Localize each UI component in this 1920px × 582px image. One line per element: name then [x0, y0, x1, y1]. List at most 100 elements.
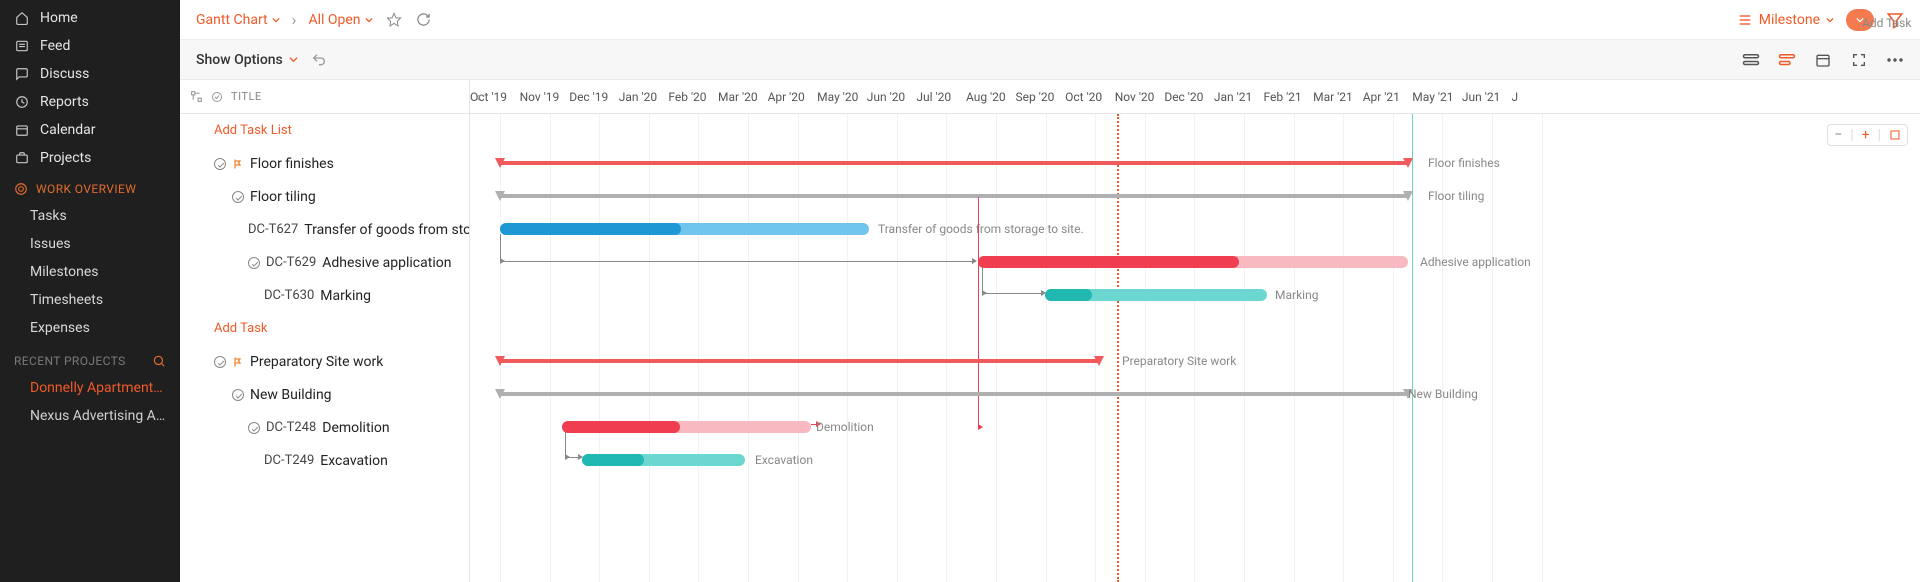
month-label: Jun '20	[867, 90, 917, 104]
zoom-in[interactable]: +	[1862, 127, 1870, 143]
task-row[interactable]: DC-T248Demolition	[180, 411, 469, 444]
nav-discuss[interactable]: Discuss	[0, 60, 180, 88]
bar-label: Marking	[1275, 288, 1318, 302]
task-progress	[978, 256, 1239, 268]
collapse-icon[interactable]	[214, 158, 226, 170]
month-label: Sep '20	[1016, 90, 1066, 104]
bar-label: Floor finishes	[1428, 156, 1500, 170]
nav-calendar[interactable]: Calendar	[0, 116, 180, 144]
month-label: Feb '20	[668, 90, 718, 104]
sidebar-issues[interactable]: Issues	[0, 230, 180, 258]
timeline-header: « Oct '19Nov '19Dec '19Jan '20Feb '20Mar…	[470, 80, 1920, 114]
recent-project-item[interactable]: Nexus Advertising Agen	[0, 402, 180, 430]
baseline-icon[interactable]	[1742, 51, 1760, 69]
task-row[interactable]: DC-T627Transfer of goods from storage to…	[180, 213, 469, 246]
month-label: Mar '21	[1313, 90, 1363, 104]
milestone-button[interactable]: Milestone	[1737, 12, 1834, 28]
gantt-chart[interactable]: « Oct '19Nov '19Dec '19Jan '20Feb '20Mar…	[470, 80, 1920, 582]
calendar-icon	[14, 122, 30, 138]
star-icon[interactable]	[385, 11, 403, 29]
search-icon[interactable]	[152, 354, 166, 368]
zoom-control: − | + |	[1827, 124, 1908, 146]
task-group-row[interactable]: Floor finishes	[180, 147, 469, 180]
task-group-row[interactable]: Preparatory Site work	[180, 345, 469, 378]
breadcrumb-separator: ›	[292, 10, 297, 29]
hierarchy-icon[interactable]	[190, 90, 203, 103]
nav-home[interactable]: Home	[0, 4, 180, 32]
critical-path-icon[interactable]	[1778, 51, 1796, 69]
month-label: Apr '20	[768, 90, 818, 104]
collapse-icon[interactable]	[232, 389, 244, 401]
work-overview-header[interactable]: WORK OVERVIEW	[0, 172, 180, 202]
sidebar: Home Feed Discuss Reports Calendar Proje…	[0, 0, 180, 582]
nav-projects[interactable]: Projects	[0, 144, 180, 172]
gantt-grid: Floor finishes Floor tiling Transfer of …	[470, 114, 1920, 582]
scroll-left-icon[interactable]: «	[476, 90, 482, 104]
recent-projects-header: RECENT PROJECTS	[0, 342, 180, 374]
month-label: Oct '20	[1065, 90, 1115, 104]
target-icon	[14, 182, 28, 196]
phase-icon	[232, 158, 244, 170]
month-label: Apr '21	[1363, 90, 1413, 104]
summary-bar[interactable]	[500, 392, 1408, 396]
expand-icon[interactable]	[211, 91, 223, 103]
show-options-toggle[interactable]: Show Options	[196, 52, 298, 68]
feed-icon	[14, 38, 30, 54]
zoom-out[interactable]: −	[1834, 127, 1842, 143]
chevron-down-icon	[272, 16, 280, 24]
view-selector[interactable]: Gantt Chart	[196, 12, 280, 28]
undo-icon[interactable]	[310, 51, 328, 69]
bar-label: Floor tiling	[1428, 189, 1484, 203]
recent-project-item[interactable]: Donnelly Apartments C	[0, 374, 180, 402]
options-bar: Show Options	[180, 40, 1920, 80]
collapse-icon[interactable]	[214, 356, 226, 368]
chevron-down-icon	[365, 16, 373, 24]
bar-label: Preparatory Site work	[1122, 354, 1236, 368]
sidebar-timesheets[interactable]: Timesheets	[0, 286, 180, 314]
collapse-icon[interactable]	[248, 422, 260, 434]
sidebar-expenses[interactable]: Expenses	[0, 314, 180, 342]
task-subgroup-row[interactable]: Floor tiling	[180, 180, 469, 213]
summary-bar[interactable]	[500, 359, 1099, 363]
add-task-button[interactable]: Add Task	[1846, 9, 1874, 31]
task-row[interactable]: DC-T629Adhesive application	[180, 246, 469, 279]
task-subgroup-row[interactable]: New Building	[180, 378, 469, 411]
summary-bar[interactable]	[500, 161, 1408, 165]
nav-reports[interactable]: Reports	[0, 88, 180, 116]
milestone-icon	[1737, 12, 1753, 28]
fullscreen-icon[interactable]	[1850, 51, 1868, 69]
month-label: J	[1511, 90, 1561, 104]
add-task-list-link[interactable]: Add Task List	[180, 114, 469, 147]
chevron-down-icon	[289, 55, 298, 64]
content-area: TITLE Add Task List Floor finishes Floor…	[180, 80, 1920, 582]
bar-label: Demolition	[816, 420, 874, 434]
collapse-icon[interactable]	[232, 191, 244, 203]
add-task-link[interactable]: Add Task	[180, 312, 469, 345]
summary-bar[interactable]	[500, 194, 1408, 198]
task-progress	[562, 421, 680, 433]
zoom-fit[interactable]	[1889, 129, 1901, 141]
month-label: Jun '21	[1462, 90, 1512, 104]
bar-label: New Building	[1408, 387, 1478, 401]
more-icon[interactable]	[1886, 51, 1904, 69]
task-row[interactable]: DC-T630Marking	[180, 279, 469, 312]
refresh-icon[interactable]	[415, 11, 433, 29]
task-list-header: TITLE	[180, 80, 469, 114]
collapse-icon[interactable]	[248, 257, 260, 269]
sidebar-milestones[interactable]: Milestones	[0, 258, 180, 286]
month-label: Jan '20	[619, 90, 669, 104]
sidebar-tasks[interactable]: Tasks	[0, 202, 180, 230]
reports-icon	[14, 94, 30, 110]
task-progress	[582, 454, 644, 466]
date-picker-icon[interactable]	[1814, 51, 1832, 69]
month-label: Nov '19	[520, 90, 570, 104]
month-label: Feb '21	[1264, 90, 1314, 104]
nav-feed[interactable]: Feed	[0, 32, 180, 60]
nav-label: Feed	[40, 38, 70, 54]
projects-icon	[14, 150, 30, 166]
task-row[interactable]: DC-T249Excavation	[180, 444, 469, 477]
month-label: Dec '20	[1164, 90, 1214, 104]
filter-selector[interactable]: All Open	[308, 12, 372, 28]
main-area: Gantt Chart › All Open Milestone Add Tas…	[180, 0, 1920, 582]
phase-icon	[232, 356, 244, 368]
